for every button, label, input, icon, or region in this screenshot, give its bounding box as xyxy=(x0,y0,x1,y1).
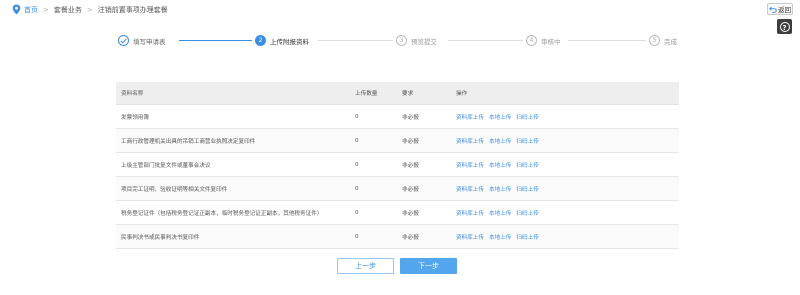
table-row: 税务登记证件（包括税务登记证正副本，临时税务登记证正副本，其他税务证件） 0 非必报… xyxy=(116,200,679,225)
step-5-label: 完成 xyxy=(664,37,677,46)
upload-count: 0 xyxy=(350,128,397,153)
scan-upload-link[interactable]: 扫码上传 xyxy=(516,211,538,217)
table-row: 民事判决书或民事判决书复印件 0 非必报 资料库上传 本地上传 扫码上传 xyxy=(116,224,679,249)
local-upload-link[interactable]: 本地上传 xyxy=(489,115,511,121)
breadcrumb: 首页 > 套餐业务 > 注销前置事项办理套餐 xyxy=(12,4,168,15)
progress-steps: 填写申请表 2 上传附报资料 3 预览提交 4 审核中 5 完成 xyxy=(0,30,800,52)
step-connector xyxy=(568,40,646,41)
step-5-number: 5 xyxy=(649,35,660,46)
step-5: 5 完成 xyxy=(649,35,677,46)
library-upload-link[interactable]: 资料库上传 xyxy=(456,163,484,169)
requirement: 非必报 xyxy=(397,176,451,201)
location-pin-icon xyxy=(12,4,21,15)
operation-cell: 资料库上传 本地上传 扫码上传 xyxy=(451,176,679,201)
local-upload-link[interactable]: 本地上传 xyxy=(489,139,511,145)
breadcrumb-home[interactable]: 首页 xyxy=(24,5,38,15)
top-bar: 首页 > 套餐业务 > 注销前置事项办理套餐 返回 ? xyxy=(0,0,800,34)
table-row: 项目完工证明、验收证明等相关文件复印件 0 非必报 资料库上传 本地上传 扫码上传 xyxy=(116,176,679,201)
materials-table: 资料名称 上传数量 要求 操作 发票领用簿 0 非必报 资料库上传 本地上传 扫码上传 工商… xyxy=(116,82,679,249)
material-name: 上级主管部门批复文件或董事会决议 xyxy=(116,152,350,177)
step-1: 填写申请表 xyxy=(118,35,166,46)
requirement: 非必报 xyxy=(397,128,451,153)
material-name: 税务登记证件（包括税务登记证正副本，临时税务登记证正副本，其他税务证件） xyxy=(116,200,350,225)
requirement: 非必报 xyxy=(397,104,451,129)
upload-count: 0 xyxy=(350,152,397,177)
step-2-number: 2 xyxy=(255,35,266,46)
operation-cell: 资料库上传 本地上传 扫码上传 xyxy=(451,128,679,153)
back-button-label: 返回 xyxy=(778,6,791,14)
operation-cell: 资料库上传 本地上传 扫码上传 xyxy=(451,200,679,225)
library-upload-link[interactable]: 资料库上传 xyxy=(456,187,484,193)
upload-count: 0 xyxy=(350,104,397,129)
requirement: 非必报 xyxy=(397,152,451,177)
check-icon xyxy=(118,35,129,46)
local-upload-link[interactable]: 本地上传 xyxy=(489,163,511,169)
operation-cell: 资料库上传 本地上传 扫码上传 xyxy=(451,152,679,177)
scan-upload-link[interactable]: 扫码上传 xyxy=(516,235,538,241)
library-upload-link[interactable]: 资料库上传 xyxy=(456,139,484,145)
upload-count: 0 xyxy=(350,176,397,201)
header-upload-count: 上传数量 xyxy=(350,82,397,105)
operation-cell: 资料库上传 本地上传 扫码上传 xyxy=(451,104,679,129)
header-material-name: 资料名称 xyxy=(116,82,350,105)
next-step-button[interactable]: 下一步 xyxy=(400,258,457,274)
requirement: 非必报 xyxy=(397,224,451,249)
breadcrumb-item-package[interactable]: 套餐业务 xyxy=(54,5,82,15)
operation-cell: 资料库上传 本地上传 扫码上传 xyxy=(451,224,679,249)
breadcrumb-separator: > xyxy=(43,5,49,14)
library-upload-link[interactable]: 资料库上传 xyxy=(456,115,484,121)
scan-upload-link[interactable]: 扫码上传 xyxy=(516,187,538,193)
table-row: 上级主管部门批复文件或董事会决议 0 非必报 资料库上传 本地上传 扫码上传 xyxy=(116,152,679,177)
material-name: 项目完工证明、验收证明等相关文件复印件 xyxy=(116,176,350,201)
step-connector xyxy=(448,40,523,41)
material-name: 民事判决书或民事判决书复印件 xyxy=(116,224,350,249)
step-2: 2 上传附报资料 xyxy=(255,35,309,46)
step-connector xyxy=(318,40,393,41)
local-upload-link[interactable]: 本地上传 xyxy=(489,187,511,193)
scan-upload-link[interactable]: 扫码上传 xyxy=(516,115,538,121)
local-upload-link[interactable]: 本地上传 xyxy=(489,211,511,217)
header-operation: 操作 xyxy=(451,82,679,105)
library-upload-link[interactable]: 资料库上传 xyxy=(456,235,484,241)
upload-count: 0 xyxy=(350,200,397,225)
return-arrow-icon xyxy=(769,6,777,13)
material-name: 工商行政管理机关出具的吊销工商营业执照决定复印件 xyxy=(116,128,350,153)
step-3-number: 3 xyxy=(396,35,407,46)
breadcrumb-item-current: 注销前置事项办理套餐 xyxy=(97,5,168,14)
upload-count: 0 xyxy=(350,224,397,249)
material-name: 发票领用簿 xyxy=(116,104,350,129)
step-4-label: 审核中 xyxy=(541,37,561,46)
form-actions: 上一步 下一步 xyxy=(337,258,457,274)
requirement: 非必报 xyxy=(397,200,451,225)
header-requirement: 要求 xyxy=(397,82,451,105)
prev-step-button[interactable]: 上一步 xyxy=(337,258,394,274)
back-button[interactable]: 返回 xyxy=(767,3,793,15)
table-header-row: 资料名称 上传数量 要求 操作 xyxy=(116,82,679,105)
step-3-label: 预览提交 xyxy=(411,37,437,46)
table-row: 工商行政管理机关出具的吊销工商营业执照决定复印件 0 非必报 资料库上传 本地上传 扫码上… xyxy=(116,128,679,153)
step-4-number: 4 xyxy=(526,35,537,46)
scan-upload-link[interactable]: 扫码上传 xyxy=(516,139,538,145)
step-1-label: 填写申请表 xyxy=(133,37,166,46)
table-row: 发票领用簿 0 非必报 资料库上传 本地上传 扫码上传 xyxy=(116,104,679,129)
step-connector xyxy=(179,40,252,41)
local-upload-link[interactable]: 本地上传 xyxy=(489,235,511,241)
scan-upload-link[interactable]: 扫码上传 xyxy=(516,163,538,169)
breadcrumb-separator: > xyxy=(86,5,93,14)
step-2-label: 上传附报资料 xyxy=(270,37,309,46)
step-3: 3 预览提交 xyxy=(396,35,437,46)
library-upload-link[interactable]: 资料库上传 xyxy=(456,211,484,217)
step-4: 4 审核中 xyxy=(526,35,561,46)
